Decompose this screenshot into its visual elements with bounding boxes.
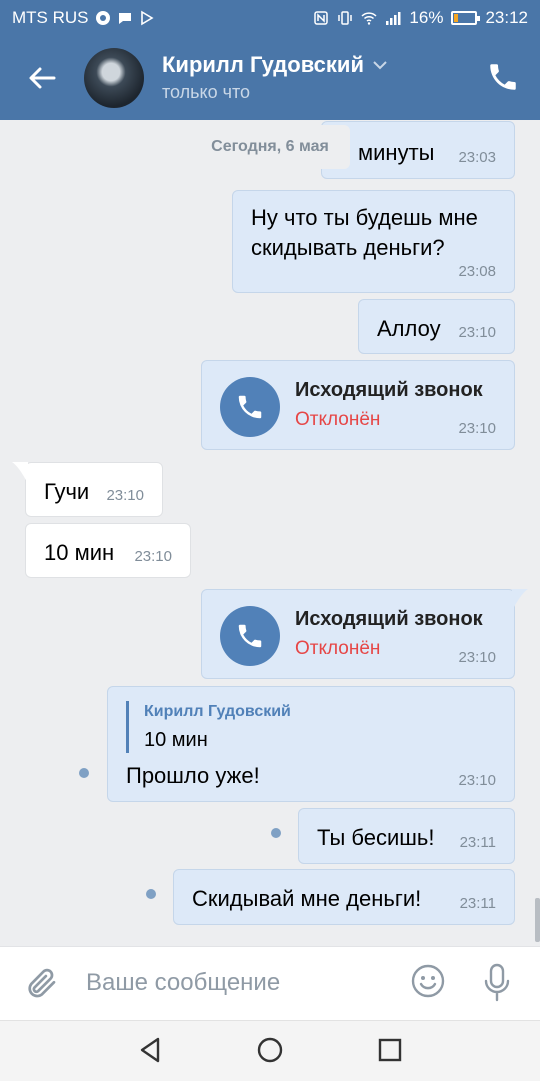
- clock: 23:12: [485, 8, 528, 27]
- reply-text: 10 мин: [144, 729, 208, 751]
- call-button[interactable]: [220, 606, 280, 666]
- message-time: 23:10: [106, 487, 144, 504]
- message-time: 23:10: [458, 772, 496, 789]
- message-text: 10 мин: [44, 540, 115, 565]
- message-text: Аллоу: [377, 316, 441, 341]
- message-text: Гучи: [44, 479, 90, 504]
- message-time: 23:10: [458, 324, 496, 341]
- bubble-tail: [12, 462, 28, 484]
- message-bubble[interactable]: Кирилл Гудовский 10 мин Прошло уже! 23:1…: [107, 686, 515, 802]
- call-message[interactable]: Исходящий звонок Отклонён 23:10: [201, 360, 515, 450]
- home-circle-icon[interactable]: [255, 1035, 285, 1065]
- unread-dot: [146, 889, 156, 899]
- wifi-icon: [361, 12, 377, 25]
- system-navigation-bar: [0, 1020, 540, 1081]
- battery-icon: [451, 11, 481, 25]
- unread-dot: [271, 828, 281, 838]
- message-time: 23:10: [134, 548, 172, 565]
- smile-icon[interactable]: [410, 963, 446, 999]
- message-text: Прошло уже!: [126, 763, 260, 788]
- message-composer: Ваше сообщение: [0, 946, 540, 1021]
- phone-icon[interactable]: [486, 60, 520, 94]
- signal-icon: [386, 12, 401, 25]
- reply-bar: [126, 701, 129, 753]
- message-bubble[interactable]: Гучи 23:10: [25, 462, 163, 517]
- message-text: Ну что ты будешь мне скидывать деньги?: [251, 205, 478, 260]
- carrier-label: MTS RUS: [12, 8, 89, 27]
- battery-percent: 16%: [409, 8, 444, 27]
- play-icon: [140, 10, 154, 26]
- call-status: Отклонён: [295, 638, 381, 659]
- call-status: Отклонён: [295, 409, 381, 430]
- message-time: 23:10: [458, 649, 496, 666]
- contact-name[interactable]: Кирилл Гудовский: [162, 52, 388, 78]
- call-title: Исходящий звонок: [295, 379, 483, 401]
- last-seen-status: только что: [162, 82, 251, 102]
- status-bar: MTS RUS 16% 23:12: [0, 0, 540, 36]
- unread-dot: [79, 768, 89, 778]
- message-bubble[interactable]: Ты бесишь! 23:11: [298, 808, 515, 864]
- message-time: 23:08: [458, 263, 496, 280]
- message-time: 23:11: [459, 834, 496, 851]
- back-arrow-icon[interactable]: [24, 60, 60, 96]
- message-text: минуты: [358, 140, 435, 165]
- message-bubble[interactable]: Скидывай мне деньги! 23:11: [173, 869, 515, 925]
- avatar[interactable]: [84, 48, 144, 108]
- message-input[interactable]: Ваше сообщение: [86, 969, 280, 997]
- message-text: Скидывай мне деньги!: [192, 886, 422, 911]
- chevron-down-icon: [373, 61, 387, 70]
- message-bubble[interactable]: Ну что ты будешь мне скидывать деньги? 2…: [232, 190, 515, 293]
- chat-header: Кирилл Гудовский только что: [0, 36, 540, 120]
- back-triangle-icon[interactable]: [136, 1035, 166, 1065]
- message-bubble[interactable]: минуты 23:03: [321, 121, 515, 179]
- call-message[interactable]: Исходящий звонок Отклонён 23:10: [201, 589, 515, 679]
- message-time: 23:10: [458, 420, 496, 437]
- message-time: 23:03: [458, 149, 496, 166]
- nfc-icon: [314, 11, 329, 25]
- recents-square-icon[interactable]: [375, 1035, 405, 1065]
- message-bubble[interactable]: 10 мин 23:10: [25, 523, 191, 578]
- vibrate-icon: [338, 11, 353, 25]
- paperclip-icon[interactable]: [24, 965, 60, 1001]
- message-text: Ты бесишь!: [317, 825, 435, 850]
- phone-icon: [238, 395, 262, 419]
- phone-icon: [238, 624, 262, 648]
- date-separator: Сегодня, 6 мая: [190, 125, 350, 169]
- contact-name-text: Кирилл Гудовский: [162, 52, 364, 77]
- scrollbar[interactable]: [535, 898, 540, 942]
- message-time: 23:11: [459, 895, 496, 912]
- call-title: Исходящий звонок: [295, 608, 483, 630]
- notification-icon: [95, 11, 110, 25]
- reply-author: Кирилл Гудовский: [144, 703, 291, 720]
- message-bubble[interactable]: Аллоу 23:10: [358, 299, 515, 354]
- microphone-icon[interactable]: [482, 963, 512, 1003]
- chat-icon: [118, 13, 131, 24]
- call-button[interactable]: [220, 377, 280, 437]
- bubble-tail: [512, 589, 528, 611]
